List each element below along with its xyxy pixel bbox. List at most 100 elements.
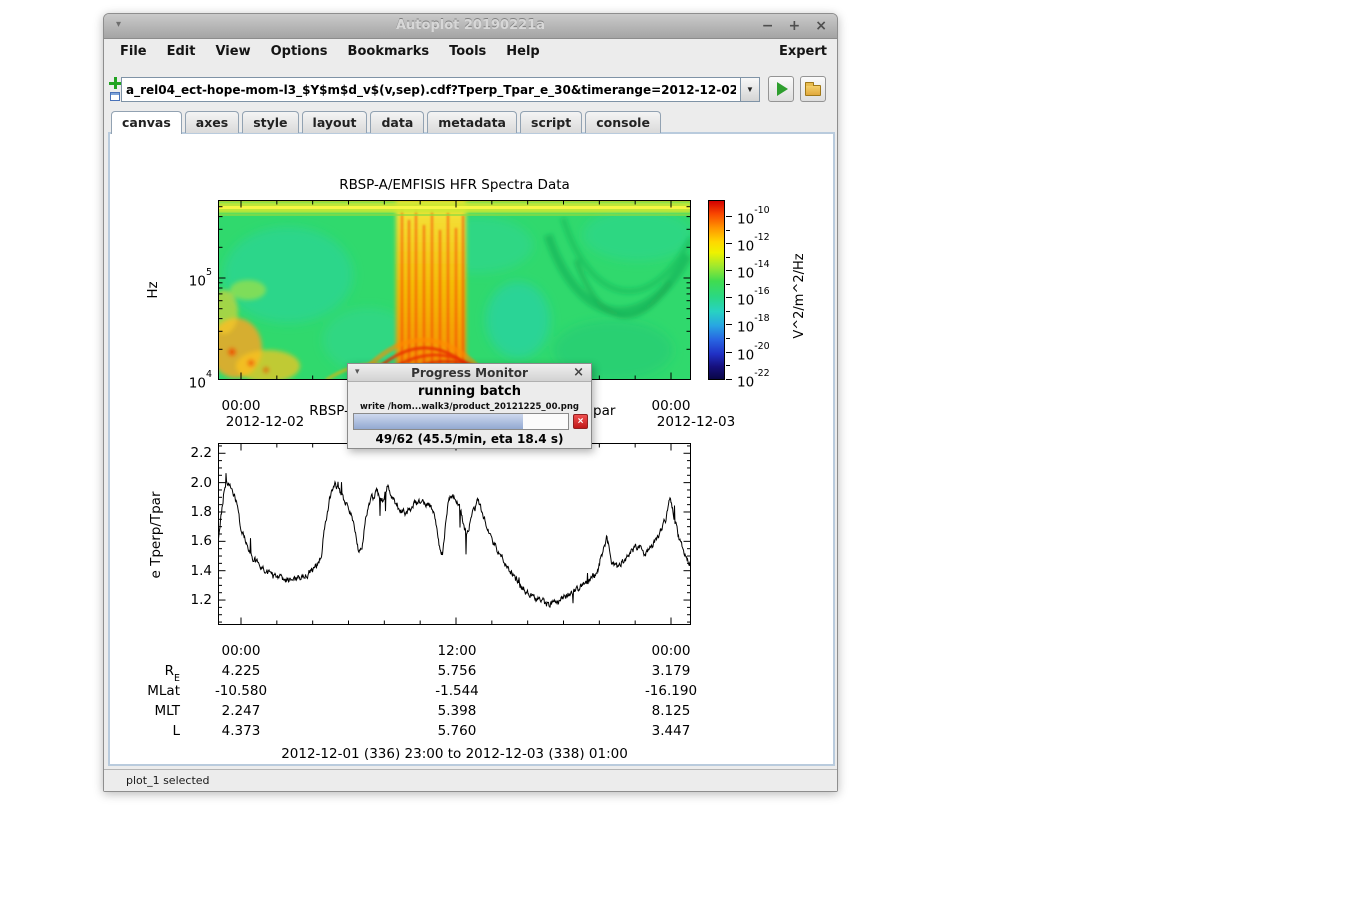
ephemeris-value: 8.125 (626, 703, 716, 719)
ephemeris-value: 4.373 (196, 723, 286, 739)
lineplot-frame (219, 444, 691, 625)
folder-icon (805, 85, 821, 96)
ephemeris-row-label: MLT (110, 703, 180, 719)
menu-item-view[interactable]: View (205, 43, 260, 60)
progress-bar (353, 413, 569, 430)
menu-item-file[interactable]: File (110, 43, 157, 60)
progress-task-label: running batch (348, 384, 591, 399)
y-axis-label-hz: Hz (145, 275, 161, 305)
tab-canvas[interactable]: canvas (111, 111, 182, 134)
colorbar-tick-label: 10-14 (737, 262, 793, 278)
menu-item-help[interactable]: Help (496, 43, 549, 60)
time-tick-label: 00:00 (641, 398, 701, 414)
status-bar: plot_1 selected (104, 769, 837, 791)
ephemeris-row-label: RE (110, 663, 180, 679)
lineplot-axis-ticks (219, 444, 691, 625)
minimize-button[interactable]: − (762, 17, 774, 35)
colorbar-tick (726, 243, 732, 244)
menu-item-options[interactable]: Options (261, 43, 338, 60)
tab-metadata[interactable]: metadata (427, 111, 517, 133)
spectrogram-plot[interactable] (218, 200, 691, 380)
dialog-titlebar[interactable]: ▾ Progress Monitor × (348, 364, 591, 382)
colorbar-tick-label: 10-22 (737, 371, 793, 387)
ephemeris-value: 3.447 (626, 723, 716, 739)
status-text: plot_1 selected (126, 774, 210, 787)
date-label: 2012-12-02 (217, 414, 313, 430)
ephemeris-value: 4.225 (196, 663, 286, 679)
date-label: 2012-12-03 (648, 414, 744, 430)
menu-item-edit[interactable]: Edit (157, 43, 206, 60)
ephemeris-value: -1.544 (412, 683, 502, 699)
timerange-label: 2012-12-01 (336) 23:00 to 2012-12-03 (33… (218, 746, 691, 762)
ephemeris-value: 3.179 (626, 663, 716, 679)
tab-script[interactable]: script (520, 111, 582, 133)
uri-input[interactable] (121, 77, 741, 102)
colorbar-tick (726, 379, 732, 380)
time-tick-label: 00:00 (641, 643, 701, 659)
inspect-uri-button[interactable] (800, 76, 826, 102)
progress-monitor-dialog: ▾ Progress Monitor × running batch write… (347, 363, 592, 449)
window-titlebar[interactable]: ▾ Autoplot 20190221a − + × (104, 14, 837, 39)
menu-item-tools[interactable]: Tools (439, 43, 496, 60)
add-uri-control[interactable] (104, 74, 121, 106)
colorbar-tick (726, 324, 732, 325)
dialog-title: Progress Monitor (348, 366, 591, 380)
occluded-plot-title-right: par (593, 403, 615, 419)
colorbar-minor-tick (726, 311, 730, 312)
colorbar-tick (726, 270, 732, 271)
cancel-button[interactable]: × (573, 414, 588, 429)
play-icon (777, 82, 788, 96)
colorbar-tick-label: 10-12 (737, 235, 793, 251)
menu-bar: FileEditViewOptionsBookmarksToolsHelp Exp… (104, 40, 837, 62)
tab-style[interactable]: style (242, 111, 298, 133)
dialog-close-icon[interactable]: × (573, 365, 584, 380)
line-ytick-label: 1.4 (166, 563, 212, 579)
ephemeris-value: -10.580 (196, 683, 286, 699)
colorbar-minor-tick (726, 338, 730, 339)
ephemeris-row-label: MLat (110, 683, 180, 699)
line-ytick-label: 2.0 (166, 475, 212, 491)
datasource-icon (110, 92, 120, 101)
chevron-down-icon: ▼ (746, 85, 754, 94)
tab-axes[interactable]: axes (185, 111, 239, 133)
colorbar-tick (726, 352, 732, 353)
menu-item-bookmarks[interactable]: Bookmarks (338, 43, 440, 60)
time-tick-label: 00:00 (211, 398, 271, 414)
tab-console[interactable]: console (585, 111, 661, 133)
colorbar-tick-label: 10-20 (737, 344, 793, 360)
expert-mode-label[interactable]: Expert (779, 44, 827, 59)
autoplot-window: ▾ Autoplot 20190221a − + × FileEditViewO… (103, 13, 838, 792)
colorbar-axis-label: V^2/m^2/Hz (792, 236, 808, 356)
plot-title: RBSP-A/EMFISIS HFR Spectra Data (218, 177, 691, 193)
close-button[interactable]: × (815, 17, 827, 35)
tab-bar: canvasaxesstylelayoutdatametadatascriptc… (111, 111, 661, 133)
colorbar-tick-label: 10-18 (737, 316, 793, 332)
go-button[interactable] (768, 76, 794, 102)
time-tick-label: 12:00 (427, 643, 487, 659)
plot-canvas[interactable]: RBSP-A/EMFISIS HFR Spectra Data (108, 132, 835, 766)
window-controls: − + × (762, 17, 827, 35)
ephemeris-row-label: L (110, 723, 180, 739)
tab-layout[interactable]: layout (302, 111, 368, 133)
tab-data[interactable]: data (370, 111, 424, 133)
uri-dropdown-button[interactable]: ▼ (740, 77, 760, 102)
hz-tick-label: 104 (166, 372, 212, 388)
maximize-button[interactable]: + (789, 17, 801, 35)
ephemeris-value: 5.398 (412, 703, 502, 719)
line-ytick-label: 1.2 (166, 592, 212, 608)
progress-fill (354, 414, 523, 429)
ephemeris-value: 2.247 (196, 703, 286, 719)
colorbar-minor-tick (726, 365, 730, 366)
ephemeris-value: 5.756 (412, 663, 502, 679)
ephemeris-value: 5.760 (412, 723, 502, 739)
line-ytick-label: 1.8 (166, 504, 212, 520)
colorbar-tick-label: 10-16 (737, 289, 793, 305)
colorbar-tick (726, 216, 732, 217)
colorbar-tick-label: 10-10 (737, 208, 793, 224)
progress-detail-label: write /hom...walk3/product_20121225_00.p… (348, 402, 591, 412)
progress-status-label: 49/62 (45.5/min, eta 18.4 s) (348, 432, 591, 446)
timeseries-plot[interactable] (218, 443, 691, 625)
hz-tick-label: 105 (166, 270, 212, 286)
colorbar[interactable] (708, 200, 725, 380)
time-tick-label: 00:00 (211, 643, 271, 659)
